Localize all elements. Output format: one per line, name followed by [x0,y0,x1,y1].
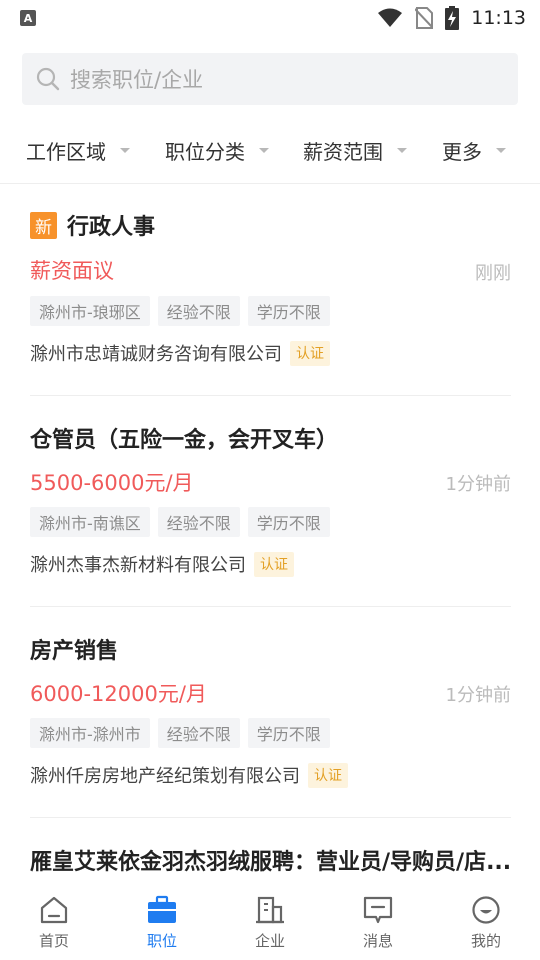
status-time: 11:13 [471,7,526,29]
bottom-nav: 首页 职位 企业 消息 我的 [0,884,540,960]
filter-work-area[interactable]: 工作区域 [26,136,130,165]
caret-down-icon [259,148,269,153]
nav-label: 消息 [362,932,393,950]
job-card[interactable]: 雁皇艾莱依金羽杰羽绒服聘：营业员/导购员/店... [30,818,511,884]
job-salary: 5500-6000元/月 [30,471,194,495]
job-tags: 滁州市-南谯区 经验不限 学历不限 [30,507,330,537]
building-icon [254,894,286,926]
filter-salary-range[interactable]: 薪资范围 [303,136,407,165]
message-icon [362,894,394,926]
tag-location: 滁州市-南谯区 [30,507,150,537]
search-input[interactable]: 搜索职位/企业 [22,53,518,105]
filter-bar: 工作区域 职位分类 薪资范围 更多 [0,126,540,184]
nav-label: 企业 [254,932,285,950]
nav-messages[interactable]: 消息 [324,884,432,960]
verified-badge: 认证 [254,551,294,577]
job-title: 房产销售 [30,639,119,664]
filter-label: 更多 [442,140,482,164]
job-card[interactable]: 新 行政人事 薪资面议 刚刚 滁州市-琅琊区 经验不限 学历不限 滁州市忠靖诚财… [30,185,511,396]
caret-down-icon [496,148,506,153]
tag-experience: 经验不限 [157,718,240,748]
search-icon [36,67,60,91]
notification-a-icon: A [20,10,36,26]
search-placeholder: 搜索职位/企业 [70,68,204,92]
tag-education: 学历不限 [247,507,330,537]
post-time: 刚刚 [475,263,511,284]
company-name: 滁州杰事杰新材料有限公司 [30,555,246,576]
verified-badge: 认证 [308,762,348,788]
briefcase-icon [146,894,178,926]
tag-education: 学历不限 [247,296,330,326]
verified-badge: 认证 [290,340,330,366]
job-card[interactable]: 房产销售 6000-12000元/月 1分钟前 滁州市-滁州市 经验不限 学历不… [30,607,511,818]
no-sim-icon [415,7,434,29]
filter-more[interactable]: 更多 [442,136,506,165]
filter-job-category[interactable]: 职位分类 [165,136,269,165]
wifi-icon [378,8,403,27]
caret-down-icon [120,148,130,153]
nav-home[interactable]: 首页 [0,884,108,960]
job-salary: 薪资面议 [30,259,114,283]
job-title: 雁皇艾莱依金羽杰羽绒服聘：营业员/导购员/店... [30,850,511,875]
job-salary: 6000-12000元/月 [30,682,207,706]
tag-location: 滁州市-滁州市 [30,718,150,748]
tag-education: 学历不限 [247,718,330,748]
job-card[interactable]: 仓管员（五险一金，会开叉车） 5500-6000元/月 1分钟前 滁州市-南谯区… [30,396,511,607]
nav-profile[interactable]: 我的 [432,884,540,960]
filter-label: 薪资范围 [303,140,383,164]
profile-icon [470,894,502,926]
job-title: 行政人事 [67,215,156,240]
job-title: 仓管员（五险一金，会开叉车） [30,428,339,453]
battery-charging-icon [445,6,460,30]
post-time: 1分钟前 [445,474,511,495]
post-time: 1分钟前 [445,685,511,706]
company-name: 滁州市忠靖诚财务咨询有限公司 [30,344,282,365]
tag-location: 滁州市-琅琊区 [30,296,150,326]
nav-company[interactable]: 企业 [216,884,324,960]
filter-label: 工作区域 [26,140,106,164]
company-name: 滁州仟房房地产经纪策划有限公司 [30,766,300,787]
home-icon [38,894,70,926]
new-badge: 新 [30,211,57,239]
nav-jobs[interactable]: 职位 [108,884,216,960]
tag-experience: 经验不限 [157,507,240,537]
filter-label: 职位分类 [165,140,245,164]
job-tags: 滁州市-滁州市 经验不限 学历不限 [30,718,330,748]
status-bar: A 11:13 [0,0,540,36]
nav-label: 我的 [470,932,501,950]
tag-experience: 经验不限 [157,296,240,326]
caret-down-icon [397,148,407,153]
job-tags: 滁州市-琅琊区 经验不限 学历不限 [30,296,330,326]
nav-label: 首页 [38,932,69,950]
nav-label: 职位 [146,932,177,950]
